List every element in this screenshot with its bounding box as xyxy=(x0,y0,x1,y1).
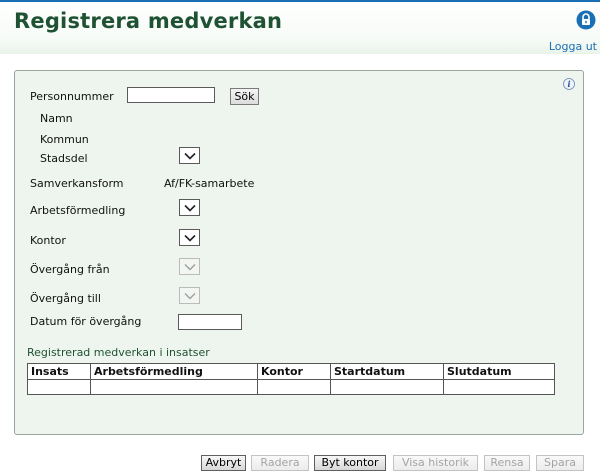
samverkansform-label: Samverkansform xyxy=(30,177,124,190)
arbetsformedling-dropdown[interactable] xyxy=(179,199,200,216)
datum-overgang-label: Datum för övergång xyxy=(30,315,142,328)
column-header-startdatum[interactable]: Startdatum xyxy=(330,363,444,380)
show-history-button[interactable]: Visa historik xyxy=(393,455,478,471)
info-icon[interactable]: i xyxy=(563,78,575,90)
page-title: Registrera medverkan xyxy=(14,9,283,33)
stadsdel-dropdown[interactable] xyxy=(179,147,200,164)
samverkansform-value: Af/FK-samarbete xyxy=(164,177,255,190)
personnummer-label: Personnummer xyxy=(30,90,114,103)
kontor-label: Kontor xyxy=(30,234,66,247)
table-cell xyxy=(330,379,444,395)
overgang-fran-dropdown[interactable] xyxy=(179,258,200,275)
column-header-slutdatum[interactable]: Slutdatum xyxy=(443,363,555,380)
datum-overgang-input[interactable] xyxy=(178,314,242,330)
table-cell xyxy=(90,379,258,395)
insatser-section-title: Registrerad medverkan i insatser xyxy=(27,346,210,359)
table-cell xyxy=(257,379,331,395)
save-button[interactable]: Spara xyxy=(536,455,584,471)
insatser-table: Insats Arbetsförmedling Kontor Startdatu… xyxy=(27,363,555,395)
table-header-row: Insats Arbetsförmedling Kontor Startdatu… xyxy=(27,363,555,380)
table-cell xyxy=(443,379,555,395)
stadsdel-label: Stadsdel xyxy=(40,152,88,165)
logout-link[interactable]: Logga ut xyxy=(549,40,597,53)
search-button[interactable]: Sök xyxy=(230,88,259,105)
clear-button[interactable]: Rensa xyxy=(484,455,530,471)
svg-text:i: i xyxy=(567,79,570,89)
kommun-label: Kommun xyxy=(40,133,89,146)
column-header-arbetsformedling[interactable]: Arbetsförmedling xyxy=(90,363,258,380)
delete-button[interactable]: Radera xyxy=(251,455,309,471)
cancel-button[interactable]: Avbryt xyxy=(201,455,246,471)
overgang-till-label: Övergång till xyxy=(30,292,101,305)
personnummer-input[interactable] xyxy=(127,87,215,103)
chevron-down-icon xyxy=(184,293,196,300)
chevron-down-icon xyxy=(184,152,196,160)
overgang-till-dropdown[interactable] xyxy=(179,287,200,304)
table-row xyxy=(27,379,555,395)
overgang-fran-label: Övergång från xyxy=(30,263,110,276)
action-bar: Avbryt Radera Byt kontor Visa historik R… xyxy=(0,455,600,471)
arbetsformedling-label: Arbetsförmedling xyxy=(30,204,126,217)
column-header-kontor[interactable]: Kontor xyxy=(257,363,331,380)
chevron-down-icon xyxy=(184,204,196,212)
kontor-dropdown[interactable] xyxy=(179,229,200,246)
chevron-down-icon xyxy=(184,264,196,271)
change-office-button[interactable]: Byt kontor xyxy=(314,455,386,471)
table-cell xyxy=(27,379,91,395)
column-header-insats[interactable]: Insats xyxy=(27,363,91,380)
lock-icon[interactable] xyxy=(576,10,596,30)
namn-label: Namn xyxy=(40,112,73,125)
chevron-down-icon xyxy=(184,234,196,242)
